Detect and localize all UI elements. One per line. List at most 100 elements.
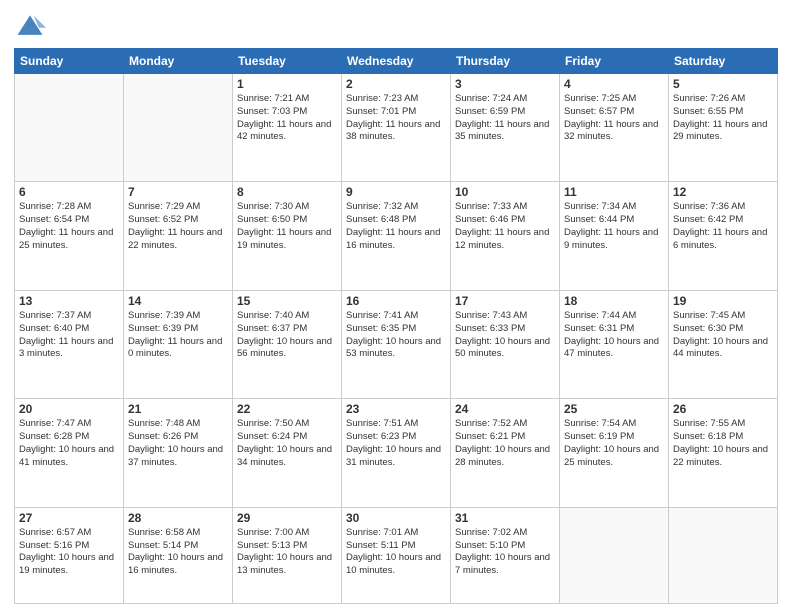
col-header-sunday: Sunday <box>15 49 124 74</box>
cell-info: Sunrise: 6:57 AMSunset: 5:16 PMDaylight:… <box>19 527 114 576</box>
calendar-header-row: SundayMondayTuesdayWednesdayThursdayFrid… <box>15 49 778 74</box>
cell-info: Sunrise: 7:29 AMSunset: 6:52 PMDaylight:… <box>128 201 222 250</box>
day-number: 20 <box>19 402 119 416</box>
cell-info: Sunrise: 7:36 AMSunset: 6:42 PMDaylight:… <box>673 201 767 250</box>
table-row: 5 Sunrise: 7:26 AMSunset: 6:55 PMDayligh… <box>669 74 778 182</box>
day-number: 23 <box>346 402 446 416</box>
day-number: 29 <box>237 511 337 525</box>
table-row: 12 Sunrise: 7:36 AMSunset: 6:42 PMDaylig… <box>669 182 778 290</box>
table-row: 1 Sunrise: 7:21 AMSunset: 7:03 PMDayligh… <box>233 74 342 182</box>
cell-info: Sunrise: 7:43 AMSunset: 6:33 PMDaylight:… <box>455 310 550 359</box>
logo-icon <box>14 10 46 42</box>
table-row: 29 Sunrise: 7:00 AMSunset: 5:13 PMDaylig… <box>233 507 342 603</box>
cell-info: Sunrise: 7:23 AMSunset: 7:01 PMDaylight:… <box>346 93 440 142</box>
day-number: 14 <box>128 294 228 308</box>
calendar-row: 13 Sunrise: 7:37 AMSunset: 6:40 PMDaylig… <box>15 290 778 398</box>
table-row <box>669 507 778 603</box>
table-row: 24 Sunrise: 7:52 AMSunset: 6:21 PMDaylig… <box>451 399 560 507</box>
day-number: 26 <box>673 402 773 416</box>
col-header-monday: Monday <box>124 49 233 74</box>
cell-info: Sunrise: 7:00 AMSunset: 5:13 PMDaylight:… <box>237 527 332 576</box>
table-row: 2 Sunrise: 7:23 AMSunset: 7:01 PMDayligh… <box>342 74 451 182</box>
day-number: 25 <box>564 402 664 416</box>
table-row: 31 Sunrise: 7:02 AMSunset: 5:10 PMDaylig… <box>451 507 560 603</box>
day-number: 27 <box>19 511 119 525</box>
cell-info: Sunrise: 7:37 AMSunset: 6:40 PMDaylight:… <box>19 310 113 359</box>
calendar-row: 27 Sunrise: 6:57 AMSunset: 5:16 PMDaylig… <box>15 507 778 603</box>
day-number: 4 <box>564 77 664 91</box>
table-row: 18 Sunrise: 7:44 AMSunset: 6:31 PMDaylig… <box>560 290 669 398</box>
table-row: 8 Sunrise: 7:30 AMSunset: 6:50 PMDayligh… <box>233 182 342 290</box>
day-number: 22 <box>237 402 337 416</box>
day-number: 19 <box>673 294 773 308</box>
day-number: 3 <box>455 77 555 91</box>
cell-info: Sunrise: 7:40 AMSunset: 6:37 PMDaylight:… <box>237 310 332 359</box>
calendar-table: SundayMondayTuesdayWednesdayThursdayFrid… <box>14 48 778 604</box>
cell-info: Sunrise: 7:32 AMSunset: 6:48 PMDaylight:… <box>346 201 440 250</box>
cell-info: Sunrise: 7:34 AMSunset: 6:44 PMDaylight:… <box>564 201 658 250</box>
day-number: 24 <box>455 402 555 416</box>
page-container: SundayMondayTuesdayWednesdayThursdayFrid… <box>0 0 792 612</box>
calendar-row: 20 Sunrise: 7:47 AMSunset: 6:28 PMDaylig… <box>15 399 778 507</box>
cell-info: Sunrise: 7:44 AMSunset: 6:31 PMDaylight:… <box>564 310 659 359</box>
day-number: 8 <box>237 185 337 199</box>
day-number: 30 <box>346 511 446 525</box>
cell-info: Sunrise: 7:55 AMSunset: 6:18 PMDaylight:… <box>673 418 768 467</box>
table-row: 9 Sunrise: 7:32 AMSunset: 6:48 PMDayligh… <box>342 182 451 290</box>
col-header-tuesday: Tuesday <box>233 49 342 74</box>
col-header-saturday: Saturday <box>669 49 778 74</box>
day-number: 18 <box>564 294 664 308</box>
cell-info: Sunrise: 7:39 AMSunset: 6:39 PMDaylight:… <box>128 310 222 359</box>
cell-info: Sunrise: 7:45 AMSunset: 6:30 PMDaylight:… <box>673 310 768 359</box>
logo <box>14 10 50 42</box>
day-number: 11 <box>564 185 664 199</box>
cell-info: Sunrise: 7:41 AMSunset: 6:35 PMDaylight:… <box>346 310 441 359</box>
cell-info: Sunrise: 7:48 AMSunset: 6:26 PMDaylight:… <box>128 418 223 467</box>
day-number: 10 <box>455 185 555 199</box>
calendar-row: 6 Sunrise: 7:28 AMSunset: 6:54 PMDayligh… <box>15 182 778 290</box>
day-number: 31 <box>455 511 555 525</box>
day-number: 7 <box>128 185 228 199</box>
table-row: 20 Sunrise: 7:47 AMSunset: 6:28 PMDaylig… <box>15 399 124 507</box>
cell-info: Sunrise: 7:51 AMSunset: 6:23 PMDaylight:… <box>346 418 441 467</box>
table-row: 19 Sunrise: 7:45 AMSunset: 6:30 PMDaylig… <box>669 290 778 398</box>
day-number: 13 <box>19 294 119 308</box>
day-number: 2 <box>346 77 446 91</box>
day-number: 28 <box>128 511 228 525</box>
day-number: 5 <box>673 77 773 91</box>
table-row: 11 Sunrise: 7:34 AMSunset: 6:44 PMDaylig… <box>560 182 669 290</box>
cell-info: Sunrise: 7:47 AMSunset: 6:28 PMDaylight:… <box>19 418 114 467</box>
table-row <box>560 507 669 603</box>
day-number: 15 <box>237 294 337 308</box>
cell-info: Sunrise: 7:54 AMSunset: 6:19 PMDaylight:… <box>564 418 659 467</box>
day-number: 6 <box>19 185 119 199</box>
cell-info: Sunrise: 7:30 AMSunset: 6:50 PMDaylight:… <box>237 201 331 250</box>
table-row: 22 Sunrise: 7:50 AMSunset: 6:24 PMDaylig… <box>233 399 342 507</box>
cell-info: Sunrise: 7:02 AMSunset: 5:10 PMDaylight:… <box>455 527 550 576</box>
cell-info: Sunrise: 6:58 AMSunset: 5:14 PMDaylight:… <box>128 527 223 576</box>
table-row: 6 Sunrise: 7:28 AMSunset: 6:54 PMDayligh… <box>15 182 124 290</box>
col-header-friday: Friday <box>560 49 669 74</box>
table-row: 26 Sunrise: 7:55 AMSunset: 6:18 PMDaylig… <box>669 399 778 507</box>
day-number: 17 <box>455 294 555 308</box>
table-row: 21 Sunrise: 7:48 AMSunset: 6:26 PMDaylig… <box>124 399 233 507</box>
day-number: 16 <box>346 294 446 308</box>
day-number: 9 <box>346 185 446 199</box>
cell-info: Sunrise: 7:01 AMSunset: 5:11 PMDaylight:… <box>346 527 441 576</box>
calendar-row: 1 Sunrise: 7:21 AMSunset: 7:03 PMDayligh… <box>15 74 778 182</box>
table-row: 16 Sunrise: 7:41 AMSunset: 6:35 PMDaylig… <box>342 290 451 398</box>
cell-info: Sunrise: 7:26 AMSunset: 6:55 PMDaylight:… <box>673 93 767 142</box>
table-row: 27 Sunrise: 6:57 AMSunset: 5:16 PMDaylig… <box>15 507 124 603</box>
cell-info: Sunrise: 7:24 AMSunset: 6:59 PMDaylight:… <box>455 93 549 142</box>
cell-info: Sunrise: 7:21 AMSunset: 7:03 PMDaylight:… <box>237 93 331 142</box>
table-row: 3 Sunrise: 7:24 AMSunset: 6:59 PMDayligh… <box>451 74 560 182</box>
cell-info: Sunrise: 7:25 AMSunset: 6:57 PMDaylight:… <box>564 93 658 142</box>
day-number: 12 <box>673 185 773 199</box>
table-row: 10 Sunrise: 7:33 AMSunset: 6:46 PMDaylig… <box>451 182 560 290</box>
day-number: 21 <box>128 402 228 416</box>
table-row: 15 Sunrise: 7:40 AMSunset: 6:37 PMDaylig… <box>233 290 342 398</box>
cell-info: Sunrise: 7:33 AMSunset: 6:46 PMDaylight:… <box>455 201 549 250</box>
table-row <box>124 74 233 182</box>
table-row: 25 Sunrise: 7:54 AMSunset: 6:19 PMDaylig… <box>560 399 669 507</box>
table-row: 30 Sunrise: 7:01 AMSunset: 5:11 PMDaylig… <box>342 507 451 603</box>
